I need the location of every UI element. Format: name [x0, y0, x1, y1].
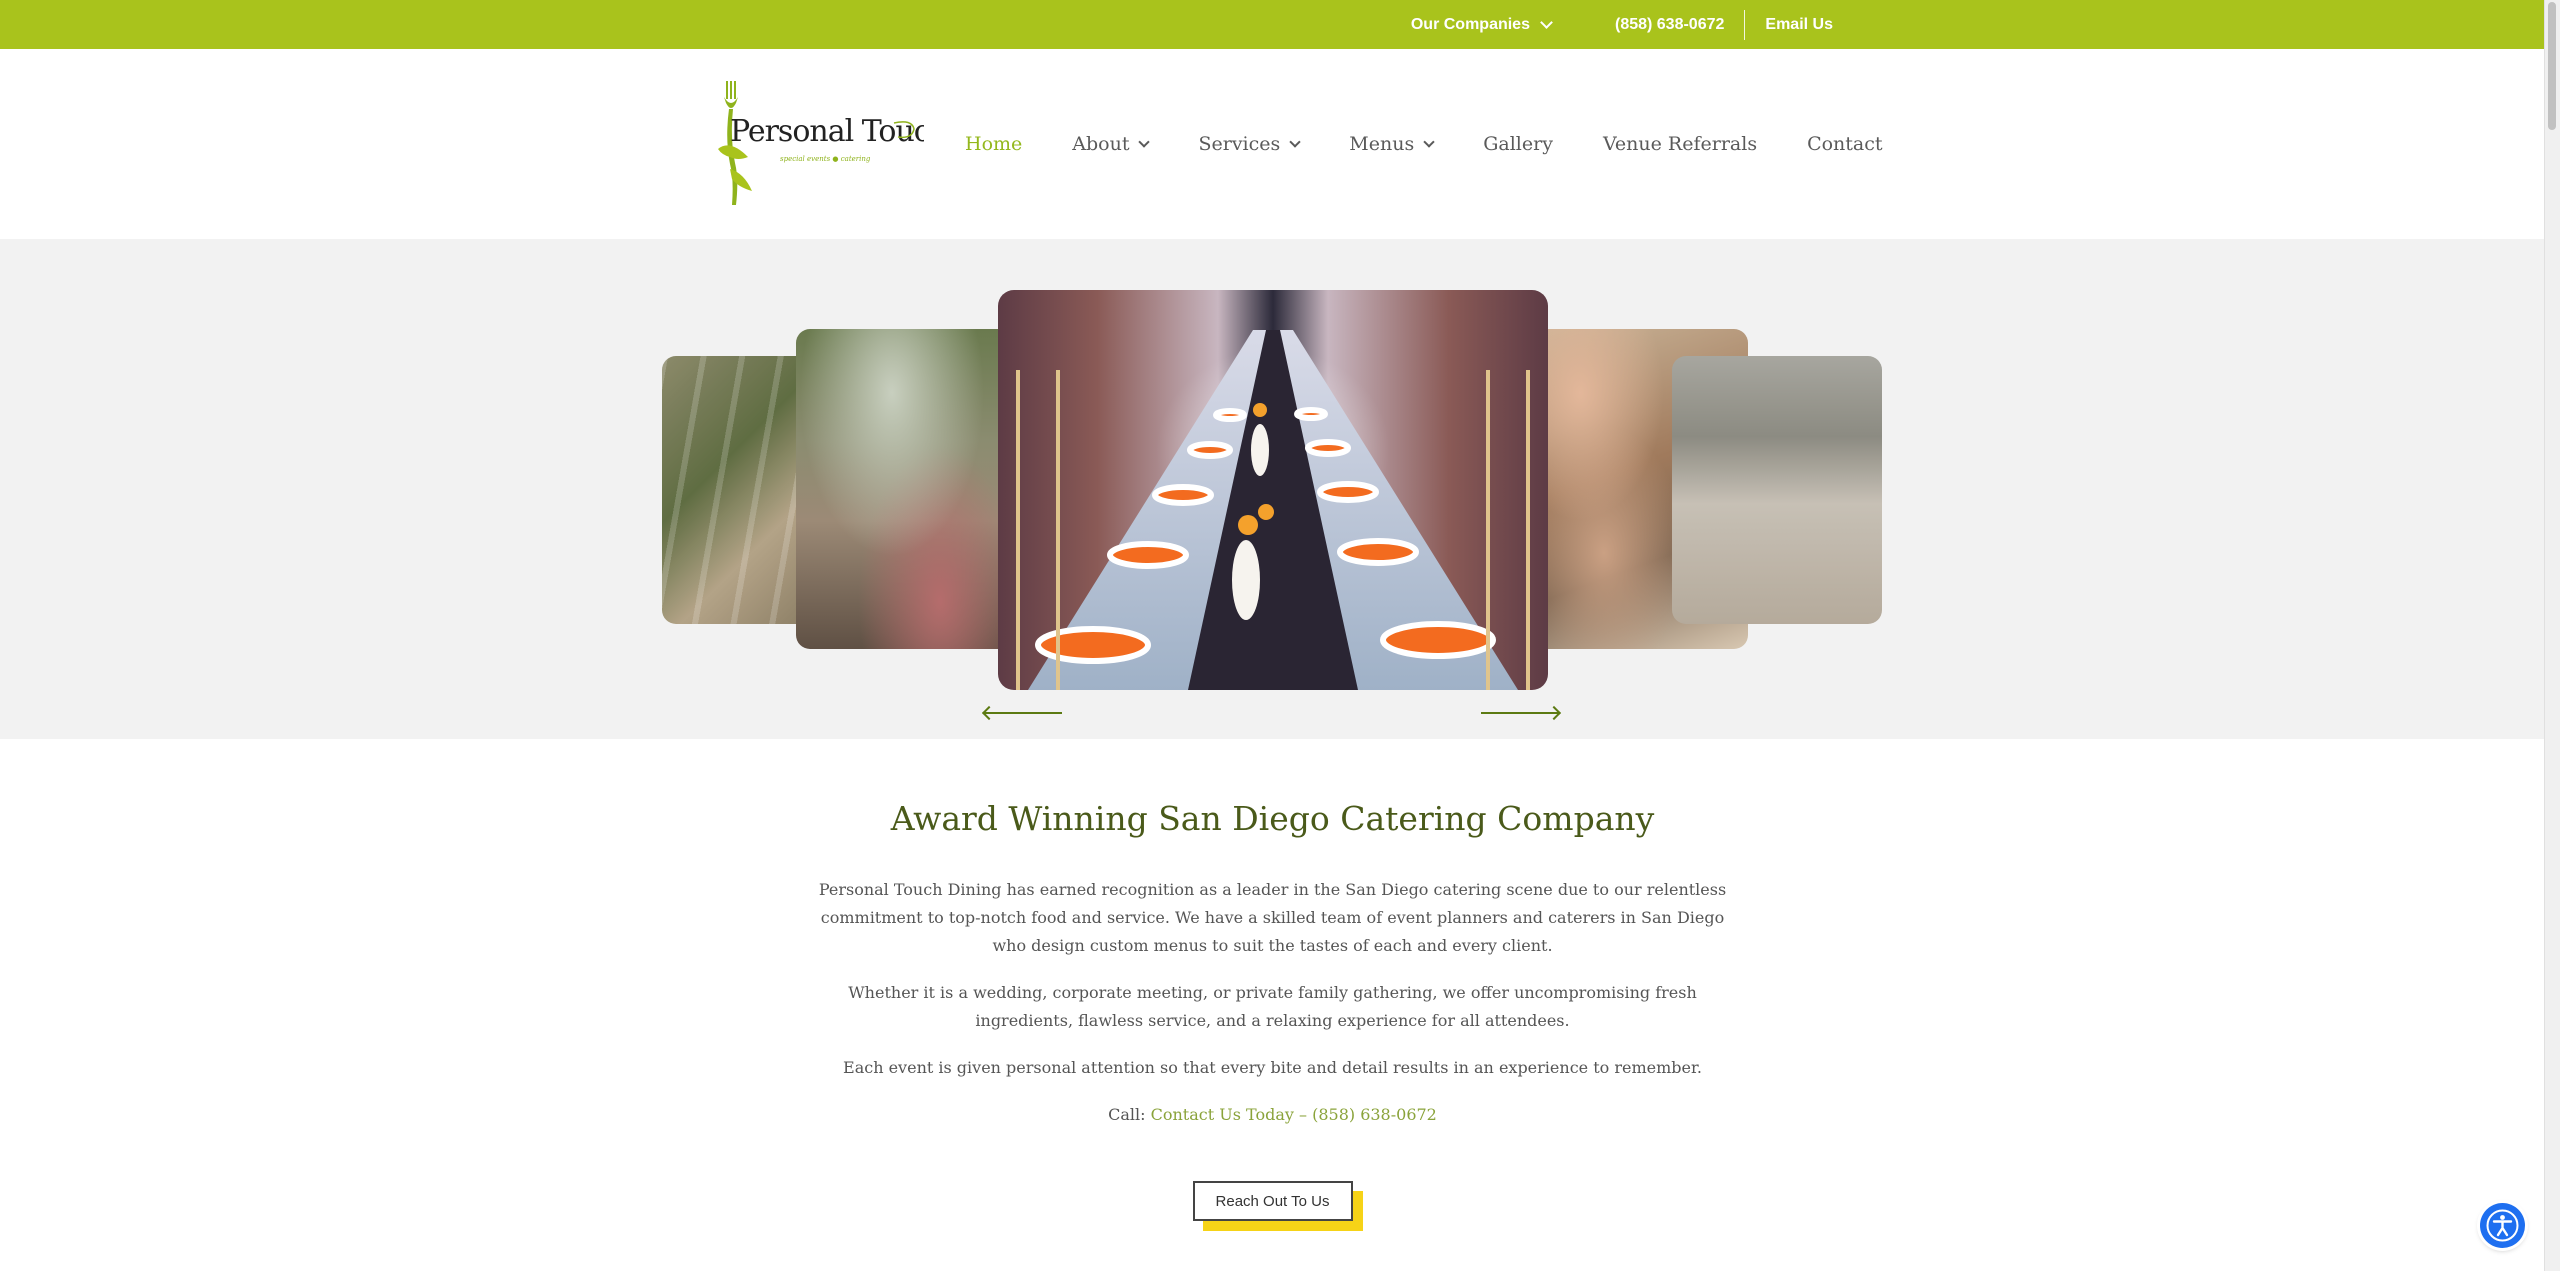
image-carousel — [0, 239, 2545, 739]
chevron-down-icon — [1289, 136, 1301, 148]
logo-tagline: special events ● catering — [780, 155, 871, 163]
accessibility-button[interactable] — [2480, 1203, 2525, 1248]
page-heading: Award Winning San Diego Catering Company — [890, 799, 1655, 838]
nav-item-contact[interactable]: Contact — [1807, 133, 1882, 155]
carousel-next-arrow-icon[interactable] — [1481, 712, 1559, 714]
our-companies-dropdown[interactable]: Our Companies — [1410, 15, 1553, 34]
logo-wordmark: Personal Touch dining — [730, 114, 924, 149]
nav-item-label: Contact — [1807, 133, 1883, 155]
nav-item-label: Services — [1198, 133, 1281, 155]
scrollbar-thumb[interactable] — [2548, 2, 2556, 130]
personal-touch-logo[interactable]: Personal Touch dining special events ● c… — [708, 79, 924, 207]
cta-wrapper: Reach Out To Us — [1192, 1181, 1363, 1231]
chevron-down-icon — [1540, 15, 1553, 29]
intro-paragraph-1: Personal Touch Dining has earned recogni… — [818, 880, 1727, 955]
call-prefix: Call: — [1108, 1105, 1151, 1124]
nav-item-about[interactable]: About — [1072, 133, 1151, 155]
carousel-slide-far-right[interactable] — [1672, 356, 1882, 624]
contact-phone-link[interactable]: Contact Us Today – (858) 638-0672 — [1151, 1105, 1437, 1124]
nav-item-home[interactable]: Home — [965, 133, 1022, 155]
top-utility-bar: Our Companies (858) 638-0672 Email Us — [0, 0, 2545, 49]
nav-item-label: Home — [965, 133, 1023, 155]
chevron-down-icon — [1138, 136, 1151, 148]
intro-paragraph-3: Each event is given personal attention s… — [843, 1058, 1702, 1077]
main-navigation: Home About Services Menus Gallery Venue … — [965, 49, 1883, 239]
top-phone-link[interactable]: (858) 638-0672 — [1615, 16, 1724, 34]
call-line: Call: Contact Us Today – (858) 638-0672 — [818, 1101, 1728, 1129]
email-us-link[interactable]: Email Us — [1765, 16, 1833, 34]
carousel-slide-active[interactable] — [998, 290, 1548, 690]
site-header: Personal Touch dining special events ● c… — [0, 49, 2545, 239]
reach-out-button[interactable]: Reach Out To Us — [1192, 1181, 1353, 1221]
carousel-prev-arrow-icon[interactable] — [984, 712, 1062, 714]
nav-item-label: Gallery — [1483, 133, 1553, 155]
nav-item-label: Venue Referrals — [1602, 133, 1758, 155]
our-companies-label: Our Companies — [1410, 15, 1530, 33]
intro-section: Award Winning San Diego Catering Company… — [0, 739, 2545, 1231]
nav-item-gallery[interactable]: Gallery — [1483, 133, 1553, 155]
nav-item-label: Menus — [1349, 133, 1415, 155]
banquet-table-photo — [1016, 330, 1530, 690]
nav-item-menus[interactable]: Menus — [1349, 133, 1435, 155]
top-utility-links: Our Companies (858) 638-0672 Email Us — [1411, 0, 1833, 49]
nav-item-venue-referrals[interactable]: Venue Referrals — [1603, 133, 1757, 155]
nav-item-services[interactable]: Services — [1198, 133, 1301, 155]
chevron-down-icon — [1423, 136, 1435, 148]
vertical-scrollbar[interactable] — [2544, 0, 2560, 1271]
nav-item-label: About — [1072, 133, 1130, 155]
top-divider — [1744, 9, 1746, 40]
intro-paragraph-2: Whether it is a wedding, corporate meeti… — [848, 983, 1697, 1030]
accessibility-icon — [2486, 1209, 2519, 1242]
